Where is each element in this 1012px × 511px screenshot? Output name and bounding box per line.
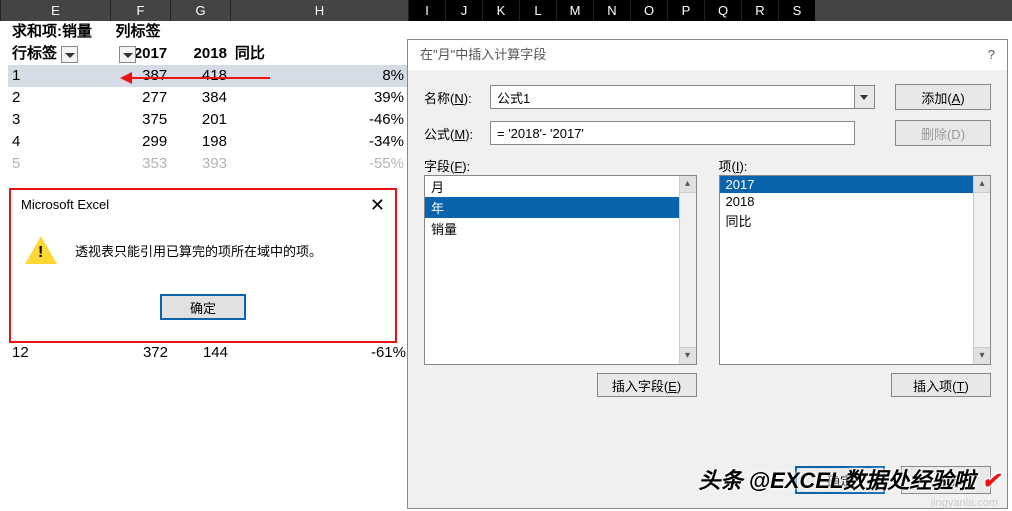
dropdown-icon[interactable] [855, 85, 875, 109]
dialog-title: 在"月"中插入计算字段 [420, 40, 546, 70]
col-header[interactable]: J [445, 0, 482, 21]
col-header[interactable]: Q [704, 0, 741, 21]
table-row[interactable]: 3 375 201 -46% [8, 109, 408, 131]
add-button[interactable]: 添加(A) [895, 84, 991, 110]
col-header[interactable]: S [778, 0, 815, 21]
items-label: 项(I): [719, 156, 992, 175]
pivot-row-labels: 行标签 [8, 43, 111, 65]
list-item[interactable]: 销量 [425, 218, 696, 239]
list-item[interactable]: 2017 [720, 176, 991, 193]
col-header[interactable]: G [170, 0, 230, 21]
warning-icon [25, 236, 57, 264]
formula-label: 公式(M): [424, 124, 490, 143]
table-row[interactable]: 2 277 384 39% [8, 87, 408, 109]
watermark: 头条 @EXCEL数据处经验啦 ✔ [699, 463, 1000, 495]
error-dialog: Microsoft Excel ✕ 透视表只能引用已算完的项所在域中的项。 确定 [9, 188, 397, 343]
items-listbox[interactable]: 2017 2018 同比 ▴▾ [719, 175, 992, 365]
pivot-measure-label: 求和项:销量 [8, 21, 111, 43]
table-row[interactable]: 12 372 144 -61% [8, 344, 410, 361]
col-header[interactable]: O [630, 0, 667, 21]
col-header[interactable]: E [0, 0, 110, 21]
pivot-table: 求和项:销量 列标签 行标签 2017 2018 同比 1 387 418 8%… [8, 21, 408, 175]
col-header[interactable]: K [482, 0, 519, 21]
col-header[interactable]: H [230, 0, 408, 21]
pivot-col-ratio: 同比 [231, 43, 408, 65]
selected-cell[interactable]: 1 [8, 65, 111, 87]
list-item[interactable]: 2018 [720, 193, 991, 210]
col-header[interactable]: P [667, 0, 704, 21]
col-header[interactable]: N [593, 0, 630, 21]
list-item[interactable]: 同比 [720, 210, 991, 231]
pivot-col-2018: 2018 [171, 43, 231, 65]
col-header[interactable]: L [519, 0, 556, 21]
fields-label: 字段(F): [424, 156, 697, 175]
scrollbar[interactable]: ▴▾ [679, 176, 696, 364]
list-item[interactable]: 年 [425, 197, 696, 218]
pivot-col-labels: 列标签 [111, 21, 171, 43]
name-label: 名称(N): [424, 88, 490, 107]
close-icon[interactable]: ✕ [370, 190, 385, 220]
list-item[interactable]: 月 [425, 176, 696, 197]
col-header[interactable]: I [408, 0, 445, 21]
annotation-arrow [130, 77, 270, 79]
formula-field[interactable] [490, 121, 855, 145]
insert-calculated-field-dialog: 在"月"中插入计算字段 ? 名称(N): 添加(A) 公式(M): 删除(D) … [407, 39, 1008, 509]
table-row[interactable]: 5 353 393 -55% [8, 153, 408, 175]
name-field[interactable] [490, 85, 855, 109]
table-row[interactable]: 1 387 418 8% [8, 65, 408, 87]
col-header[interactable]: M [556, 0, 593, 21]
insert-field-button[interactable]: 插入字段(E) [597, 373, 697, 397]
scrollbar[interactable]: ▴▾ [973, 176, 990, 364]
dialog-title: Microsoft Excel [21, 190, 109, 220]
delete-button: 删除(D) [895, 120, 991, 146]
dropdown-icon[interactable] [61, 46, 78, 63]
fields-listbox[interactable]: 月 年 销量 ▴▾ [424, 175, 697, 365]
error-text: 透视表只能引用已算完的项所在域中的项。 [75, 241, 322, 260]
watermark-sub: jingyanla.com [931, 497, 998, 509]
col-header[interactable]: R [741, 0, 778, 21]
column-header-strip: E F G H I J K L M N O P Q R S [0, 0, 1012, 21]
ok-button[interactable]: 确定 [160, 294, 246, 320]
table-row[interactable]: 4 299 198 -34% [8, 131, 408, 153]
help-icon[interactable]: ? [988, 40, 995, 70]
insert-item-button[interactable]: 插入项(T) [891, 373, 991, 397]
dropdown-icon[interactable] [119, 46, 136, 63]
col-header[interactable]: F [110, 0, 170, 21]
